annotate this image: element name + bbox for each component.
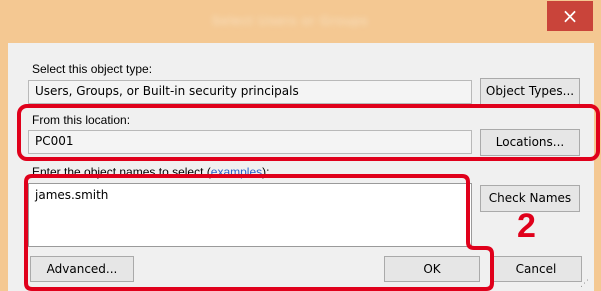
dialog-body: Select this object type: Users, Groups, …: [8, 43, 594, 291]
close-button[interactable]: ×: [547, 1, 593, 31]
location-field: PC001: [28, 130, 472, 154]
select-users-dialog: Select Users or Groups × Select this obj…: [0, 0, 601, 291]
resize-grip-icon[interactable]: ⋰: [580, 277, 592, 289]
object-names-input[interactable]: james.smith: [28, 183, 472, 247]
object-type-field: Users, Groups, or Built-in security prin…: [28, 80, 472, 104]
step-number: 2: [517, 207, 536, 245]
dialog-title: Select Users or Groups: [211, 13, 369, 28]
enter-names-suffix: ):: [262, 165, 270, 179]
close-icon: ×: [561, 4, 579, 28]
locations-button[interactable]: Locations...: [480, 129, 580, 156]
object-types-button[interactable]: Object Types...: [480, 78, 580, 105]
object-type-label: Select this object type:: [32, 62, 153, 76]
examples-link[interactable]: examples: [211, 165, 262, 179]
location-label: From this location:: [32, 113, 131, 127]
cancel-button[interactable]: Cancel: [490, 256, 582, 282]
enter-names-prefix: Enter the object names to select (: [32, 165, 211, 179]
ok-button[interactable]: OK: [384, 256, 480, 282]
title-bar: Select Users or Groups ×: [0, 0, 601, 43]
enter-names-label: Enter the object names to select (exampl…: [32, 165, 269, 179]
advanced-button[interactable]: Advanced...: [30, 256, 134, 282]
